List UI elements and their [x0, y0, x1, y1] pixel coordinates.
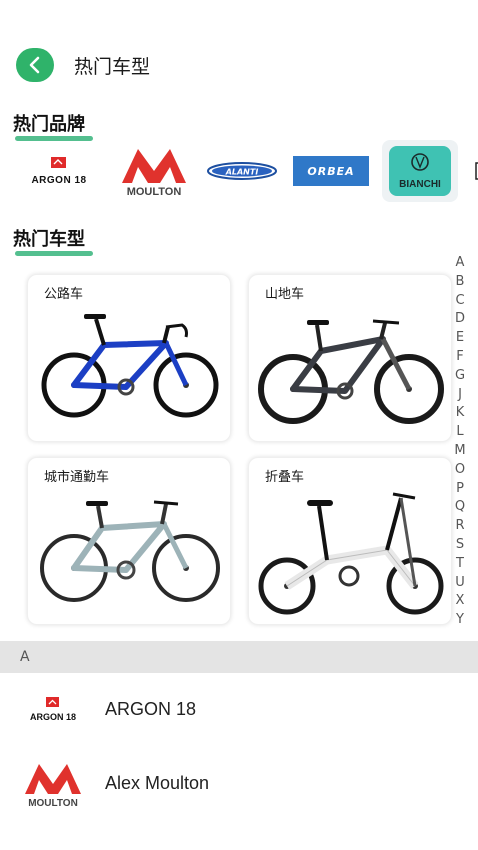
card-label: 城市通勤车 — [44, 470, 110, 485]
alpha-index-letter[interactable]: O — [452, 461, 468, 480]
svg-text:ARGON 18: ARGON 18 — [31, 175, 86, 186]
page-title: 热门车型 — [74, 55, 151, 78]
section-header-a: A — [0, 641, 478, 673]
argon18-logo-icon: ARGON 18 — [31, 157, 86, 186]
brand-row-argon18[interactable]: ARGON 18 ARGON 18 — [0, 677, 478, 743]
alpha-index-letter[interactable]: Y — [452, 611, 468, 630]
folding-bike-image — [258, 492, 444, 615]
brand-row-alex-moulton[interactable]: MOULTON Alex Moulton — [0, 751, 478, 817]
model-card-city[interactable]: 城市通勤车 — [27, 457, 231, 625]
alpha-index-letter[interactable]: K — [452, 404, 468, 423]
brand-row-logo: MOULTON — [20, 751, 86, 817]
moulton-logo-icon: MOULTON — [122, 149, 186, 197]
brand-logo-argon18[interactable]: ARGON 18 — [14, 140, 104, 202]
card-label: 折叠车 — [265, 470, 305, 485]
model-card-folding[interactable]: 折叠车 — [248, 457, 452, 625]
card-label: 山地车 — [265, 287, 305, 302]
brand-logo-bianchi[interactable]: BIANCHI — [382, 140, 458, 202]
orbea-logo-icon: ORBEA — [293, 156, 369, 186]
svg-text:BIANCHI: BIANCHI — [399, 179, 441, 190]
road-bike-image — [41, 314, 219, 418]
brand-logo-partial[interactable] — [470, 140, 478, 202]
alpha-index-letter[interactable]: S — [452, 536, 468, 555]
alpha-index-letter[interactable]: U — [452, 574, 468, 593]
back-button[interactable] — [16, 48, 54, 82]
city-bike-image — [40, 500, 220, 602]
bianchi-logo-icon: BIANCHI — [389, 146, 451, 196]
header: 热门车型 — [16, 46, 150, 84]
alpha-index-letter[interactable]: G — [452, 367, 468, 386]
brand-row-logo: ARGON 18 — [20, 677, 86, 743]
alpha-index-letter[interactable]: C — [452, 292, 468, 311]
brand-logo-moulton[interactable]: MOULTON — [114, 140, 194, 202]
svg-text:ALANTI: ALANTI — [225, 168, 259, 177]
hot-models-title-text: 热门车型 — [13, 229, 85, 250]
hot-brands-title-text: 热门品牌 — [13, 114, 85, 135]
alpha-index-letter[interactable]: R — [452, 517, 468, 536]
alpha-index-letter[interactable]: D — [452, 310, 468, 329]
alphabet-index[interactable]: ABCDEFGJKLMOPQRSTUXY — [452, 254, 468, 630]
svg-text:ARGON 18: ARGON 18 — [30, 712, 76, 722]
model-card-mountain[interactable]: 山地车 — [248, 274, 452, 442]
hot-brands-title: 热门品牌 — [13, 110, 93, 141]
model-card-road[interactable]: 公路车 — [27, 274, 231, 442]
alpha-index-letter[interactable]: L — [452, 423, 468, 442]
alpha-index-letter[interactable]: M — [452, 442, 468, 461]
alpha-index-letter[interactable]: X — [452, 592, 468, 611]
alpha-index-letter[interactable]: T — [452, 555, 468, 574]
alpha-index-letter[interactable]: P — [452, 480, 468, 499]
brand-logo-orbea[interactable]: ORBEA — [292, 140, 370, 202]
hot-brands-strip[interactable]: ARGON 18 MOULTON ALANTI ORBEA BIANCHI — [14, 140, 478, 204]
alpha-index-letter[interactable]: A — [452, 254, 468, 273]
brand-logo-alanti[interactable]: ALANTI — [204, 140, 280, 202]
alpha-index-letter[interactable]: B — [452, 273, 468, 292]
svg-text:MOULTON: MOULTON — [28, 798, 78, 808]
alpha-index-letter[interactable]: Q — [452, 498, 468, 517]
mountain-bike-image — [258, 319, 444, 424]
chevron-left-icon — [29, 56, 40, 74]
title-underline — [15, 251, 93, 256]
section-letter: A — [20, 649, 30, 665]
alpha-index-letter[interactable]: J — [452, 386, 468, 405]
alpha-index-letter[interactable]: E — [452, 329, 468, 348]
argon18-logo-icon: ARGON 18 — [30, 697, 76, 722]
alpha-index-letter[interactable]: F — [452, 348, 468, 367]
moulton-logo-icon: MOULTON — [25, 764, 81, 808]
brand-row-name: ARGON 18 — [105, 699, 197, 719]
alanti-logo-icon: ALANTI — [207, 162, 277, 180]
hot-models-title: 热门车型 — [13, 225, 93, 256]
svg-text:MOULTON: MOULTON — [127, 186, 182, 197]
card-label: 公路车 — [44, 287, 84, 302]
brand-row-name: Alex Moulton — [105, 773, 210, 793]
svg-text:ORBEA: ORBEA — [307, 165, 354, 178]
